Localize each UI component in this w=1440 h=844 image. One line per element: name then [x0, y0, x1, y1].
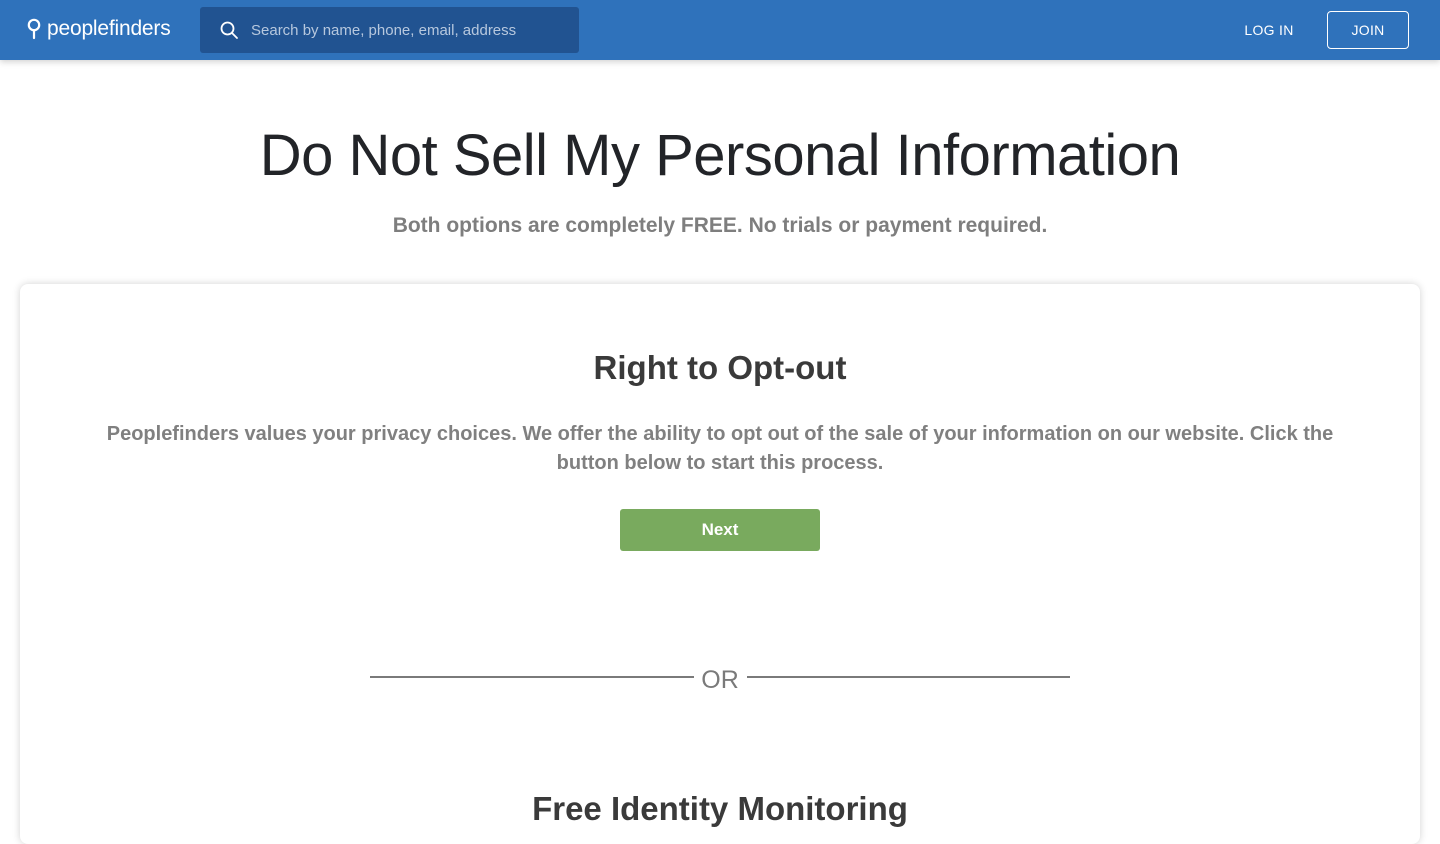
peoplefinders-logo[interactable]: peoplefinders — [26, 14, 171, 44]
logo-text: peoplefinders — [47, 17, 171, 40]
next-button[interactable]: Next — [620, 509, 820, 551]
identity-monitoring-title: Free Identity Monitoring — [532, 790, 908, 827]
page-subtitle: Both options are completely FREE. No tri… — [392, 214, 1048, 237]
page-title: Do Not Sell My Personal Information — [259, 123, 1181, 188]
opt-out-description: Peoplefinders values your privacy choice… — [106, 423, 1334, 474]
join-button[interactable]: JOIN — [1327, 11, 1409, 49]
search-input[interactable] — [251, 10, 561, 50]
login-link[interactable]: LOG IN — [1232, 17, 1306, 43]
divider-line-right — [747, 676, 1070, 678]
search-icon — [220, 21, 238, 39]
options-card: Right to Opt-out Peoplefinders values yo… — [20, 284, 1420, 844]
or-divider-label: OR — [701, 666, 739, 694]
location-pin-icon — [27, 18, 41, 40]
top-navigation-bar: peoplefinders LOG IN JOIN — [0, 0, 1440, 60]
opt-out-title: Right to Opt-out — [593, 349, 847, 386]
divider-line-left — [370, 676, 694, 678]
search-bar[interactable] — [200, 7, 579, 53]
